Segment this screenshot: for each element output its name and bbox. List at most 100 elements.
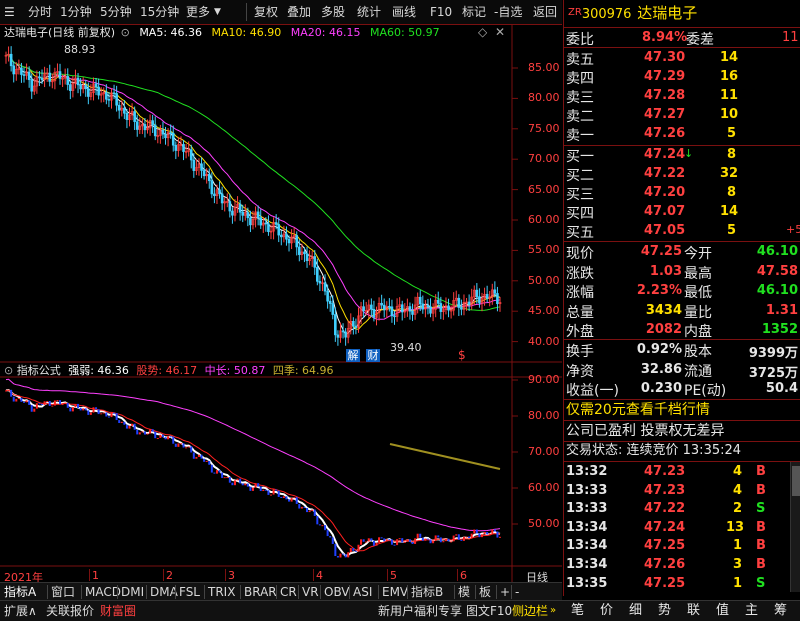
quote-tab[interactable]: 细 [629,602,642,620]
tick-volume: 13 [726,519,745,535]
tick-list[interactable]: 13:32 47.23 4 B 13:33 47.23 4 B 13:33 47.22 2 S 13:3… [564,462,789,594]
ma20-line [5,54,501,320]
indicator-tab[interactable]: CR [280,584,297,600]
toolbar-button-back[interactable]: 返回 [533,4,557,20]
toolbar-button-5min[interactable]: 5分钟 [100,4,132,20]
expand-button[interactable]: 扩展∧ [4,602,37,620]
kline-chart-area[interactable]: 达瑞电子(日线 前复权) ⊙ MA5: 46.36 MA10: 46.90 MA… [0,24,562,596]
indicator-tab[interactable]: VR [302,584,319,600]
kline-chart-canvas[interactable] [0,24,562,596]
ask-row-price[interactable]: 47.27 [644,107,685,122]
chevron-right-icon[interactable]: » [550,602,556,620]
quote-tab[interactable]: 值 [716,602,729,620]
toolbar-button-fuquan[interactable]: 复权 [254,4,278,20]
tick-volume: 4 [733,464,743,479]
toolbar-button-more[interactable]: 更多 [186,4,210,20]
toolbar-button-zixuan[interactable]: -自选 [494,4,522,20]
candlestick [92,77,95,101]
chevron-down-icon[interactable]: ▼ [214,4,221,20]
indicator-bar [239,478,242,484]
bid-row-price[interactable]: 47.22 [644,166,685,181]
tick-price: 47.26 [644,557,686,572]
related-quote-button[interactable]: 关联报价 [46,602,94,620]
indicator-tab[interactable]: 板 [479,584,491,600]
chevron-down-icon[interactable]: ⊙ [4,364,13,377]
indicator-bar [257,483,260,487]
wealth-circle-button[interactable]: 财富圈 [100,602,136,620]
ask-row-price[interactable]: 47.29 [644,69,685,84]
f10-button[interactable]: 图文F10 [466,602,512,620]
quote-panel: ZR300976 达瑞电子 委比 8.94% 委差 11 卖五 47.30 14 卖四 47.… [563,0,800,596]
indicator-bar [352,547,355,551]
jiejin-marker[interactable]: 解 [346,349,360,362]
tick-scrollbar[interactable] [790,462,800,592]
bid-row-price[interactable]: 47.07 [644,204,685,219]
bid-row-price[interactable]: 47.05 [644,223,685,238]
level2-promo[interactable]: 仅需20元查看千档行情 [566,400,710,420]
tick-direction: B [756,557,766,572]
indicator-bar [92,407,95,413]
price-tick: 75.00 [528,121,560,135]
candlestick [352,317,355,335]
indicator-tab[interactable]: 指标A [4,584,36,600]
indicator-tab[interactable]: 指标B [411,584,443,600]
chevron-down-icon[interactable]: ⊙ [121,26,130,39]
quote-tab[interactable]: 价 [600,602,613,620]
indicator-bar [131,423,134,426]
indicator-tab[interactable]: FSL [179,584,200,600]
indicator-bar [416,533,419,539]
caibao-marker[interactable]: 财 [366,349,380,362]
bid-row-price[interactable]: 47.24 [644,147,685,162]
indicator-bar [390,539,393,545]
indicator-bar [308,510,311,513]
bid-row-price[interactable]: 47.20 [644,185,685,200]
toolbar-button-tongji[interactable]: 统计 [357,4,381,20]
toolbar-button-fenshi[interactable]: 分时 [28,4,52,20]
indicator-tab[interactable]: 窗口 [51,584,75,600]
quote-tabs: 笔价细势联值主筹 [563,601,800,621]
hamburger-icon[interactable]: ☰ [4,4,15,20]
indicator-bar [434,535,437,541]
quote-tab[interactable]: 势 [658,602,671,620]
diamond-icon[interactable]: ◇ [478,25,487,39]
ask-row-price[interactable]: 47.26 [644,126,685,141]
dividend-marker[interactable]: $ [458,348,466,362]
indicator-tab[interactable]: MACD [85,584,121,600]
indicator-zhongchang: 中长: 50.87 [204,364,266,377]
quote-tab[interactable]: 筹 [774,602,787,620]
toolbar-button-1min[interactable]: 1分钟 [60,4,92,20]
time-tick: 6 [460,569,467,582]
indicator-tab[interactable]: DMI [121,584,144,600]
toolbar-button-huaxian[interactable]: 画线 [392,4,416,20]
candlestick [22,67,26,83]
indicator-tab[interactable]: 模 [458,584,470,600]
quote-tab[interactable]: 主 [745,602,758,620]
indicator-tab[interactable]: OBV [324,584,350,600]
close-icon[interactable]: ✕ [495,25,505,39]
indicator-tab[interactable]: - [515,584,519,600]
indicator-bar [210,464,213,473]
indicator-bar [326,530,329,537]
bid-row-volume: 8 [727,185,737,200]
indicator-tab[interactable]: EMV [382,584,408,600]
indicator-tab[interactable]: BRAR [244,584,277,600]
ma60-line [5,54,501,311]
toolbar-button-duogu[interactable]: 多股 [321,4,345,20]
toolbar-button-15min[interactable]: 15分钟 [140,4,179,20]
tick-time: 13:34 [566,538,608,554]
ask-row-price[interactable]: 47.28 [644,88,685,103]
indicator-name[interactable]: 指标公式 [17,364,61,377]
toolbar-button-biaoji[interactable]: 标记 [462,4,486,20]
new-user-promo[interactable]: 新用户福利专享 [378,602,462,620]
quote-tab[interactable]: 联 [687,602,700,620]
indicator-tab[interactable]: ASI [353,584,372,600]
quote-tab[interactable]: 笔 [571,602,584,620]
candlestick [341,323,345,339]
indicator-tab[interactable]: DMA [150,584,178,600]
toolbar-button-diejia[interactable]: 叠加 [287,4,311,20]
ask-row-price[interactable]: 47.30 [644,50,685,65]
indicator-tab[interactable]: + [500,584,510,600]
indicator-tab[interactable]: TRIX [208,584,235,600]
sidebar-button[interactable]: 侧边栏 [512,602,548,620]
toolbar-button-f10[interactable]: F10 [430,4,452,20]
